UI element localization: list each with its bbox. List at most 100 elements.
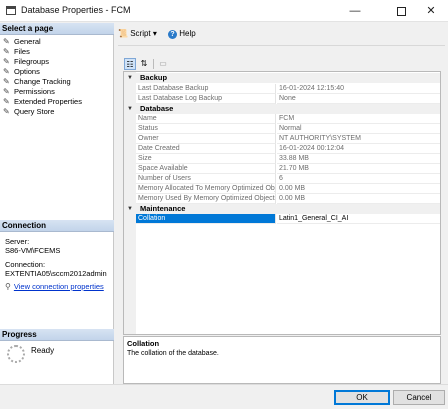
chevron-down-icon: ▾ [152, 29, 157, 38]
cancel-button[interactable]: Cancel [393, 390, 445, 405]
description-text: The collation of the database. [127, 350, 219, 357]
connection-value: EXTENTIA05\sccm2012admin [5, 269, 107, 278]
property-grid: ▼ Backup Last Database Backup 16-01-2024 1… [123, 71, 441, 335]
property-value: Normal [277, 124, 440, 134]
property-name: Number of Users [136, 174, 276, 184]
page-item-label: Change Tracking [14, 77, 71, 86]
wrench-icon: ✎ [3, 87, 10, 96]
property-name: Status [136, 124, 276, 134]
view-connection-properties: ⚲ View connection properties [5, 282, 104, 291]
property-name: Owner [136, 134, 276, 144]
property-row[interactable]: Size 33.88 MB [136, 154, 440, 164]
progress-status-text: Ready [31, 346, 55, 355]
page-item-options[interactable]: ✎ Options [3, 67, 111, 77]
alphabetical-sort-icon: ⇅ [140, 59, 148, 68]
category-label: Maintenance [140, 204, 186, 213]
categorized-view-button[interactable]: ☷ [124, 58, 136, 70]
title-bar: Database Properties - FCM — ✕ [0, 0, 448, 22]
left-pane: Select a page ✎ General ✎ Files ✎ Filegroup… [0, 23, 114, 384]
chevron-down-icon: ▼ [127, 106, 133, 112]
page-item-change-tracking[interactable]: ✎ Change Tracking [3, 77, 111, 87]
property-row[interactable]: Date Created 16-01-2024 00:12:04 [136, 144, 440, 154]
ok-button[interactable]: OK [334, 390, 390, 405]
property-row[interactable]: Space Available 21.70 MB [136, 164, 440, 174]
script-button[interactable]: 📜 Script ▾ [118, 27, 157, 41]
progress-status: Ready [7, 345, 107, 365]
help-button[interactable]: ? Help [168, 27, 196, 41]
description-title: Collation [127, 339, 160, 348]
page-item-label: Query Store [14, 107, 55, 116]
page-item-label: Extended Properties [14, 97, 82, 106]
property-pages-icon: ▭ [159, 59, 167, 68]
page-item-label: General [14, 37, 41, 46]
dialog-button-bar: OK Cancel [0, 384, 448, 409]
select-page-header: Select a page [0, 23, 114, 35]
property-row-selected[interactable]: Collation Latin1_General_CI_AI [136, 214, 440, 224]
categorized-icon: ☷ [126, 60, 134, 69]
property-row[interactable]: Memory Allocated To Memory Optimized Obj… [136, 184, 440, 194]
property-name: Memory Allocated To Memory Optimized Obj… [136, 184, 276, 194]
page-item-label: Permissions [14, 87, 55, 96]
property-value: None [277, 94, 440, 104]
connection-info: Server: S86-VM\FCEMS Connection: EXTENTI… [5, 237, 111, 278]
maximize-button[interactable] [384, 0, 418, 22]
category-label: Database [140, 104, 174, 113]
description-panel: Collation The collation of the database. [123, 336, 441, 384]
script-label: Script [130, 29, 151, 38]
property-row[interactable]: Memory Used By Memory Optimized Objects 0… [136, 194, 440, 204]
page-item-extended-properties[interactable]: ✎ Extended Properties [3, 97, 111, 107]
category-database[interactable]: ▼ Database [124, 104, 440, 114]
property-name: Collation [136, 214, 276, 224]
connection-label: Connection: [5, 260, 46, 269]
progress-spinner-icon [7, 345, 25, 363]
wrench-icon: ✎ [3, 77, 10, 86]
property-pages-button[interactable]: ▭ [157, 58, 169, 70]
wrench-icon: ✎ [3, 47, 10, 56]
window-title: Database Properties - FCM [21, 5, 131, 15]
close-button[interactable]: ✕ [414, 0, 448, 22]
property-row[interactable]: Owner NT AUTHORITY\SYSTEM [136, 134, 440, 144]
progress-header: Progress [0, 329, 114, 341]
wrench-icon: ✎ [3, 97, 10, 106]
category-label: Backup [140, 73, 168, 82]
property-row[interactable]: Name FCM [136, 114, 440, 124]
page-item-query-store[interactable]: ✎ Query Store [3, 107, 111, 117]
script-icon: 📜 [118, 29, 128, 38]
view-connection-properties-link[interactable]: View connection properties [14, 282, 104, 291]
property-value: 6 [277, 174, 440, 184]
wrench-icon: ✎ [3, 107, 10, 116]
page-item-label: Options [14, 67, 40, 76]
help-icon: ? [168, 30, 177, 39]
chevron-down-icon: ▼ [127, 206, 133, 212]
server-value: S86-VM\FCEMS [5, 246, 61, 255]
property-row[interactable]: Status Normal [136, 124, 440, 134]
property-row[interactable]: Number of Users 6 [136, 174, 440, 184]
wrench-icon: ✎ [3, 57, 10, 66]
wrench-icon: ✎ [3, 37, 10, 46]
page-item-label: Files [14, 47, 30, 56]
page-item-permissions[interactable]: ✎ Permissions [3, 87, 111, 97]
property-value: 33.88 MB [277, 154, 440, 164]
property-value: 21.70 MB [277, 164, 440, 174]
property-value: 16-01-2024 00:12:04 [277, 144, 440, 154]
maximize-icon [396, 6, 406, 16]
grid-toolbar-divider [153, 59, 154, 69]
connection-properties-icon: ⚲ [5, 282, 11, 291]
property-value: FCM [277, 114, 440, 124]
property-row[interactable]: Last Database Log Backup None [136, 94, 440, 104]
chevron-down-icon: ▼ [127, 75, 133, 81]
page-item-general[interactable]: ✎ General [3, 37, 111, 47]
category-maintenance[interactable]: ▼ Maintenance [124, 204, 440, 214]
alphabetical-sort-button[interactable]: ⇅ [138, 58, 150, 70]
toolbar-divider [118, 45, 445, 46]
page-item-label: Filegroups [14, 57, 50, 66]
page-item-files[interactable]: ✎ Files [3, 47, 111, 57]
property-name: Name [136, 114, 276, 124]
property-value: 0.00 MB [277, 184, 440, 194]
page-item-filegroups[interactable]: ✎ Filegroups [3, 57, 111, 67]
category-backup[interactable]: ▼ Backup [124, 73, 440, 83]
property-value: 16-01-2024 12:15:40 [277, 84, 440, 94]
property-row[interactable]: Last Database Backup 16-01-2024 12:15:40 [136, 84, 440, 94]
minimize-button[interactable]: — [338, 0, 372, 22]
property-value: Latin1_General_CI_AI [277, 214, 440, 224]
